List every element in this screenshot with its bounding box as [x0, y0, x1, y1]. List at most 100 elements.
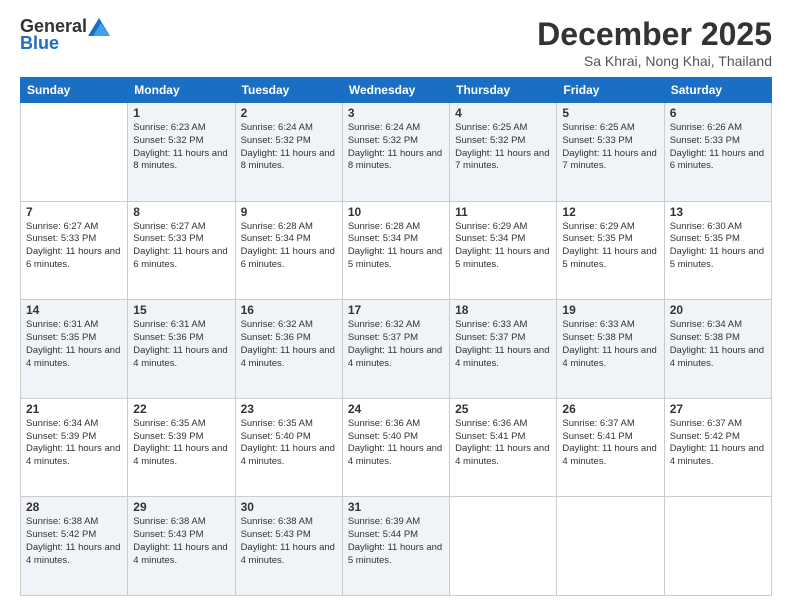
day-number: 9: [241, 205, 337, 219]
day-number: 26: [562, 402, 658, 416]
day-detail: Sunrise: 6:25 AMSunset: 5:32 PMDaylight:…: [455, 122, 551, 173]
day-number: 30: [241, 500, 337, 514]
day-number: 3: [348, 106, 444, 120]
table-row: 22Sunrise: 6:35 AMSunset: 5:39 PMDayligh…: [128, 398, 235, 497]
day-number: 4: [455, 106, 551, 120]
table-row: 5 Sunrise: 6:25 AMSunset: 5:33 PMDaylight…: [557, 103, 664, 202]
day-detail: Sunrise: 6:39 AMSunset: 5:44 PMDaylight:…: [348, 516, 444, 567]
logo: General Blue: [20, 16, 110, 54]
table-row: 9 Sunrise: 6:28 AMSunset: 5:34 PMDaylight…: [235, 201, 342, 300]
table-row: 24 Sunrise: 6:36 AMSunset: 5:40 PMDayligh…: [342, 398, 449, 497]
day-detail: Sunrise: 6:34 AMSunset: 5:39 PMDaylight:…: [26, 418, 122, 469]
day-detail: Sunrise: 6:31 AMSunset: 5:35 PMDaylight:…: [26, 319, 122, 370]
day-number: 5: [562, 106, 658, 120]
table-row: 20Sunrise: 6:34 AMSunset: 5:38 PMDayligh…: [664, 300, 771, 399]
day-number: 1: [133, 106, 229, 120]
day-number: 10: [348, 205, 444, 219]
day-number: 14: [26, 303, 122, 317]
location-title: Sa Khrai, Nong Khai, Thailand: [537, 53, 772, 69]
table-row: 25 Sunrise: 6:36 AMSunset: 5:41 PMDayligh…: [450, 398, 557, 497]
col-friday: Friday: [557, 78, 664, 103]
day-number: 22: [133, 402, 229, 416]
title-section: December 2025 Sa Khrai, Nong Khai, Thail…: [537, 16, 772, 69]
table-row: 12Sunrise: 6:29 AMSunset: 5:35 PMDayligh…: [557, 201, 664, 300]
day-detail: Sunrise: 6:28 AMSunset: 5:34 PMDaylight:…: [348, 221, 444, 272]
table-row: 3Sunrise: 6:24 AMSunset: 5:32 PMDaylight…: [342, 103, 449, 202]
table-row: 27 Sunrise: 6:37 AMSunset: 5:42 PMDayligh…: [664, 398, 771, 497]
day-detail: Sunrise: 6:36 AMSunset: 5:40 PMDaylight:…: [348, 418, 444, 469]
day-detail: Sunrise: 6:29 AMSunset: 5:34 PMDaylight:…: [455, 221, 551, 272]
table-row: 16 Sunrise: 6:32 AMSunset: 5:36 PMDayligh…: [235, 300, 342, 399]
table-row: 11Sunrise: 6:29 AMSunset: 5:34 PMDayligh…: [450, 201, 557, 300]
col-sunday: Sunday: [21, 78, 128, 103]
table-row: 21Sunrise: 6:34 AMSunset: 5:39 PMDayligh…: [21, 398, 128, 497]
day-number: 25: [455, 402, 551, 416]
day-detail: Sunrise: 6:24 AMSunset: 5:32 PMDaylight:…: [241, 122, 337, 173]
table-row: 30Sunrise: 6:38 AMSunset: 5:43 PMDayligh…: [235, 497, 342, 596]
table-row: [664, 497, 771, 596]
day-detail: Sunrise: 6:35 AMSunset: 5:40 PMDaylight:…: [241, 418, 337, 469]
day-number: 31: [348, 500, 444, 514]
col-monday: Monday: [128, 78, 235, 103]
table-row: 10 Sunrise: 6:28 AMSunset: 5:34 PMDayligh…: [342, 201, 449, 300]
table-row: 4 Sunrise: 6:25 AMSunset: 5:32 PMDaylight…: [450, 103, 557, 202]
day-number: 7: [26, 205, 122, 219]
day-detail: Sunrise: 6:37 AMSunset: 5:41 PMDaylight:…: [562, 418, 658, 469]
day-detail: Sunrise: 6:31 AMSunset: 5:36 PMDaylight:…: [133, 319, 229, 370]
page: General Blue December 2025 Sa Khrai, Non…: [0, 0, 792, 612]
day-detail: Sunrise: 6:36 AMSunset: 5:41 PMDaylight:…: [455, 418, 551, 469]
col-tuesday: Tuesday: [235, 78, 342, 103]
day-detail: Sunrise: 6:30 AMSunset: 5:35 PMDaylight:…: [670, 221, 766, 272]
table-row: 2 Sunrise: 6:24 AMSunset: 5:32 PMDaylight…: [235, 103, 342, 202]
day-detail: Sunrise: 6:28 AMSunset: 5:34 PMDaylight:…: [241, 221, 337, 272]
day-number: 2: [241, 106, 337, 120]
table-row: 23 Sunrise: 6:35 AMSunset: 5:40 PMDayligh…: [235, 398, 342, 497]
logo-icon: [88, 18, 110, 36]
table-row: 17 Sunrise: 6:32 AMSunset: 5:37 PMDayligh…: [342, 300, 449, 399]
day-detail: Sunrise: 6:26 AMSunset: 5:33 PMDaylight:…: [670, 122, 766, 173]
month-title: December 2025: [537, 16, 772, 53]
calendar-row: 7 Sunrise: 6:27 AMSunset: 5:33 PMDaylight…: [21, 201, 772, 300]
day-detail: Sunrise: 6:23 AMSunset: 5:32 PMDaylight:…: [133, 122, 229, 173]
table-row: 29Sunrise: 6:38 AMSunset: 5:43 PMDayligh…: [128, 497, 235, 596]
calendar-table: Sunday Monday Tuesday Wednesday Thursday…: [20, 77, 772, 596]
table-row: 28 Sunrise: 6:38 AMSunset: 5:42 PMDayligh…: [21, 497, 128, 596]
day-detail: Sunrise: 6:33 AMSunset: 5:37 PMDaylight:…: [455, 319, 551, 370]
col-thursday: Thursday: [450, 78, 557, 103]
table-row: 14 Sunrise: 6:31 AMSunset: 5:35 PMDayligh…: [21, 300, 128, 399]
table-row: 26 Sunrise: 6:37 AMSunset: 5:41 PMDayligh…: [557, 398, 664, 497]
table-row: 19 Sunrise: 6:33 AMSunset: 5:38 PMDayligh…: [557, 300, 664, 399]
day-number: 8: [133, 205, 229, 219]
col-wednesday: Wednesday: [342, 78, 449, 103]
day-detail: Sunrise: 6:38 AMSunset: 5:43 PMDaylight:…: [133, 516, 229, 567]
day-number: 15: [133, 303, 229, 317]
day-detail: Sunrise: 6:37 AMSunset: 5:42 PMDaylight:…: [670, 418, 766, 469]
day-number: 28: [26, 500, 122, 514]
day-detail: Sunrise: 6:32 AMSunset: 5:36 PMDaylight:…: [241, 319, 337, 370]
day-number: 19: [562, 303, 658, 317]
day-number: 12: [562, 205, 658, 219]
table-row: 6 Sunrise: 6:26 AMSunset: 5:33 PMDaylight…: [664, 103, 771, 202]
day-number: 27: [670, 402, 766, 416]
day-number: 13: [670, 205, 766, 219]
table-row: 1 Sunrise: 6:23 AMSunset: 5:32 PMDaylight…: [128, 103, 235, 202]
table-row: 13 Sunrise: 6:30 AMSunset: 5:35 PMDayligh…: [664, 201, 771, 300]
table-row: [557, 497, 664, 596]
col-saturday: Saturday: [664, 78, 771, 103]
calendar-row: 21Sunrise: 6:34 AMSunset: 5:39 PMDayligh…: [21, 398, 772, 497]
day-detail: Sunrise: 6:33 AMSunset: 5:38 PMDaylight:…: [562, 319, 658, 370]
day-detail: Sunrise: 6:27 AMSunset: 5:33 PMDaylight:…: [26, 221, 122, 272]
day-number: 23: [241, 402, 337, 416]
calendar-row: 1 Sunrise: 6:23 AMSunset: 5:32 PMDaylight…: [21, 103, 772, 202]
day-detail: Sunrise: 6:32 AMSunset: 5:37 PMDaylight:…: [348, 319, 444, 370]
day-number: 17: [348, 303, 444, 317]
table-row: 8Sunrise: 6:27 AMSunset: 5:33 PMDaylight…: [128, 201, 235, 300]
day-number: 18: [455, 303, 551, 317]
day-detail: Sunrise: 6:25 AMSunset: 5:33 PMDaylight:…: [562, 122, 658, 173]
day-number: 16: [241, 303, 337, 317]
table-row: 31 Sunrise: 6:39 AMSunset: 5:44 PMDayligh…: [342, 497, 449, 596]
day-number: 24: [348, 402, 444, 416]
day-detail: Sunrise: 6:38 AMSunset: 5:42 PMDaylight:…: [26, 516, 122, 567]
day-number: 6: [670, 106, 766, 120]
header: General Blue December 2025 Sa Khrai, Non…: [20, 16, 772, 69]
